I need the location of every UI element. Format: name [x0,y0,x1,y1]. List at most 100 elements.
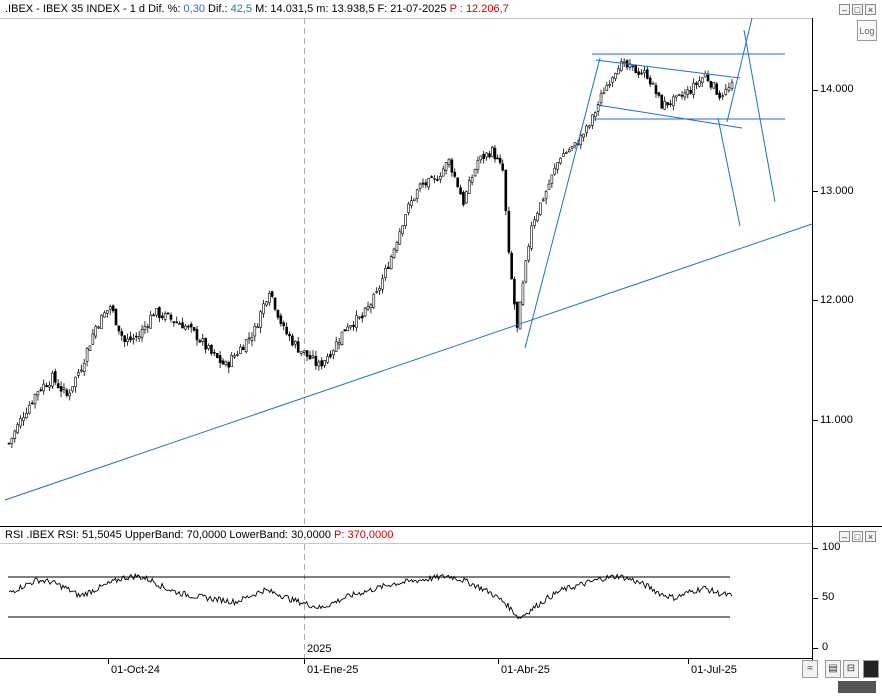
candle-body [439,175,442,180]
candle-body [27,404,31,414]
candle-body [593,112,597,118]
save-icon[interactable]: ▤ [825,660,841,678]
candle-body [181,322,184,329]
candle-body [305,350,309,357]
candle-body [465,191,468,204]
candle-body [111,305,115,312]
scrollbar-thumb[interactable] [838,681,876,693]
candle-body [631,65,635,68]
candle-body [456,177,459,188]
candle-body [521,282,525,305]
candle-body [175,321,179,324]
candle-body [493,147,497,160]
candle-body [36,391,40,396]
candle-body [401,225,405,234]
rsi-header-text: RSI .IBEX RSI: 51,5045 UpperBand: 70,000… [5,529,331,541]
rsi-close-button[interactable]: × [865,531,876,542]
candle-body [30,402,34,405]
candle-body [80,369,83,372]
candle-body [398,231,402,245]
candle-body [195,328,199,341]
candle-body [7,442,11,445]
candle-body [698,80,701,87]
candle-body [695,82,698,86]
candle-body [491,147,494,157]
candle-body [129,336,132,341]
candle-body [444,162,448,171]
candle-body [611,77,614,83]
candle-body [85,348,89,362]
candle-body [727,87,731,91]
candle-body [660,94,664,109]
candle-body [296,341,300,353]
candle-body [715,83,719,95]
candle-body [637,71,640,75]
candle-body [189,323,193,328]
candle-body [441,168,445,177]
candle-body [236,354,239,356]
candle-body [485,152,488,158]
candle-body [137,336,141,340]
candle-body [412,198,416,201]
candle-body [476,160,480,171]
y-tick-13000: 13.000 [820,185,854,197]
scroll-fit-button[interactable]: ≈ [802,660,818,678]
candle-body [314,356,318,366]
candle-body [276,309,280,318]
rsi-p-label: P: [334,529,345,541]
fill-icon[interactable] [863,660,879,678]
candle-body [334,341,338,352]
candle-body [473,169,477,177]
candle-body [279,315,283,324]
candle-body [666,102,669,106]
candle-body [599,93,603,104]
rsi-minimize-button[interactable]: – [839,531,850,542]
candle-body [227,362,231,368]
candle-body [230,355,233,368]
candle-body [308,355,312,360]
candle-body [395,242,399,251]
rsi-line [8,572,733,620]
candle-body [358,316,361,319]
candle-body [244,339,248,353]
candle-body [302,350,306,353]
rsi-maximize-button[interactable]: □ [852,531,863,542]
candle-body [680,95,684,97]
candle-body [573,142,577,147]
candle-body [221,360,225,365]
rally-trendline [524,57,601,349]
candle-body [273,297,277,310]
candle-body [363,307,367,317]
candle-body [718,92,721,99]
candle-body [82,362,86,373]
candle-body [524,260,528,283]
candle-body [570,145,574,149]
candle-body [507,210,511,253]
candle-body [294,341,297,345]
candle-body [651,83,655,85]
candle-body [712,82,716,89]
candle-body [326,356,329,363]
candle-body [213,351,216,354]
flag-lower-line [597,104,743,129]
candle-body [692,82,695,95]
candle-body [453,171,457,177]
candle-body [282,322,286,327]
candle-body [253,325,257,337]
candle-body [674,95,678,98]
candle-body [355,315,358,328]
rsi-tick-50: 50 [822,591,835,603]
candle-body [94,326,98,337]
candle-body [588,125,591,128]
candle-body [392,248,396,259]
candle-body [33,393,37,405]
candle-body [634,64,638,74]
candle-body [201,338,205,342]
candle-body [22,417,25,421]
candle-body [352,324,355,327]
candle-body [100,314,103,330]
candle-body [239,346,242,354]
split-icon[interactable]: ⊟ [843,660,859,678]
candle-body [158,307,161,319]
breakout-line [726,17,753,123]
